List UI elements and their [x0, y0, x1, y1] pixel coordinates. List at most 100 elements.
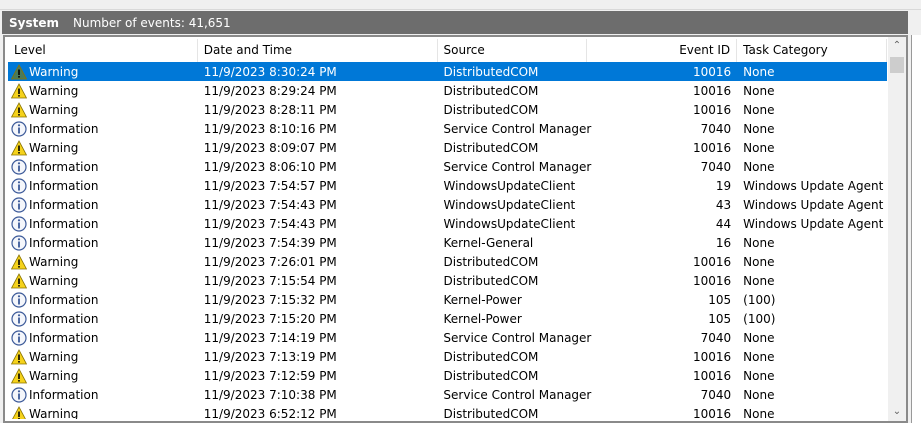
table-body: Warning 11/9/2023 8:30:24 PM Distributed… — [8, 62, 887, 419]
table-row[interactable]: Warning 11/9/2023 8:30:24 PM Distributed… — [8, 62, 887, 81]
level-cell: Warning — [8, 348, 198, 365]
information-icon — [11, 329, 27, 346]
level-cell: Information — [8, 196, 198, 213]
level-cell: Information — [8, 120, 198, 137]
date-cell: 11/9/2023 8:06:10 PM — [203, 159, 337, 174]
table-row[interactable]: Warning 11/9/2023 7:12:59 PM Distributed… — [8, 366, 887, 385]
level-cell: Warning — [8, 253, 198, 270]
information-icon — [11, 177, 27, 194]
level-text: Information — [29, 292, 99, 307]
information-icon — [11, 234, 27, 251]
table-row[interactable]: Information 11/9/2023 7:54:57 PM Windows… — [8, 176, 887, 195]
log-header: System Number of events: 41,651 — [2, 11, 908, 34]
task-category-cell: None — [743, 159, 775, 174]
event-id-cell: 7040 — [700, 121, 732, 136]
vertical-scrollbar[interactable]: ⌃ ⌄ — [888, 37, 906, 421]
event-id-cell: 16 — [715, 235, 732, 250]
table-row[interactable]: Warning 11/9/2023 7:15:54 PM Distributed… — [8, 271, 887, 290]
level-text: Information — [29, 216, 99, 231]
table-row[interactable]: Warning 11/9/2023 8:09:07 PM Distributed… — [8, 138, 887, 157]
task-category-cell: None — [743, 235, 775, 250]
table-row[interactable]: Information 11/9/2023 7:15:20 PM Kernel-… — [8, 309, 887, 328]
task-category-cell: None — [743, 102, 775, 117]
table-row[interactable]: Information 11/9/2023 8:10:16 PM Service… — [8, 119, 887, 138]
information-icon — [11, 386, 27, 403]
information-icon — [11, 291, 27, 308]
task-category-cell: (100) — [743, 311, 776, 326]
table-row[interactable]: Information 11/9/2023 7:54:43 PM Windows… — [8, 214, 887, 233]
event-list-panel: Level Date and Time Source Event ID Task… — [3, 35, 908, 423]
source-cell: DistributedCOM — [443, 102, 539, 117]
table-row[interactable]: Information 11/9/2023 7:54:39 PM Kernel-… — [8, 233, 887, 252]
table-row[interactable]: Information 11/9/2023 8:06:10 PM Service… — [8, 157, 887, 176]
table-row[interactable]: Information 11/9/2023 7:54:43 PM Windows… — [8, 195, 887, 214]
event-id-cell: 10016 — [692, 140, 732, 155]
scroll-thumb[interactable] — [890, 57, 904, 73]
source-cell: DistributedCOM — [443, 406, 539, 420]
table-row[interactable]: Warning 11/9/2023 6:52:12 PM Distributed… — [8, 404, 887, 419]
top-strip — [0, 0, 921, 10]
scroll-down-icon[interactable]: ⌄ — [888, 403, 906, 421]
level-text: Information — [29, 387, 99, 402]
table-row[interactable]: Information 11/9/2023 7:14:19 PM Service… — [8, 328, 887, 347]
source-cell: Kernel-Power — [443, 292, 522, 307]
source-cell: DistributedCOM — [443, 83, 539, 98]
level-text: Warning — [29, 254, 79, 269]
level-cell: Warning — [8, 367, 198, 384]
task-category-cell: None — [743, 121, 775, 136]
source-cell: DistributedCOM — [443, 140, 539, 155]
task-category-cell: None — [743, 64, 775, 79]
event-id-cell: 10016 — [692, 273, 732, 288]
warning-icon — [10, 63, 28, 80]
table-row[interactable]: Warning 11/9/2023 8:29:24 PM Distributed… — [8, 81, 887, 100]
date-cell: 11/9/2023 7:15:54 PM — [203, 273, 337, 288]
level-text: Warning — [29, 83, 79, 98]
column-header-source[interactable]: Source — [438, 39, 588, 62]
table-row[interactable]: Warning 11/9/2023 8:28:11 PM Distributed… — [8, 100, 887, 119]
task-category-cell: None — [743, 254, 775, 269]
date-cell: 11/9/2023 8:29:24 PM — [203, 83, 337, 98]
source-cell: DistributedCOM — [443, 254, 539, 269]
level-cell: Information — [8, 310, 198, 327]
task-category-cell: Windows Update Agent — [743, 216, 884, 231]
column-header-level[interactable]: Level — [8, 39, 198, 62]
level-cell: Information — [8, 329, 198, 346]
level-text: Information — [29, 235, 99, 250]
task-category-cell: None — [743, 140, 775, 155]
task-category-cell: None — [743, 406, 775, 420]
column-header-date[interactable]: Date and Time — [198, 39, 438, 62]
warning-icon — [10, 253, 28, 270]
event-id-cell: 43 — [715, 197, 732, 212]
source-cell: DistributedCOM — [443, 273, 539, 288]
source-cell: Kernel-General — [443, 235, 534, 250]
date-cell: 11/9/2023 7:12:59 PM — [203, 368, 337, 383]
event-id-cell: 105 — [708, 292, 732, 307]
level-text: Information — [29, 121, 99, 136]
table-row[interactable]: Information 11/9/2023 7:15:32 PM Kernel-… — [8, 290, 887, 309]
source-cell: DistributedCOM — [443, 64, 539, 79]
date-cell: 11/9/2023 7:14:19 PM — [203, 330, 337, 345]
event-table: Level Date and Time Source Event ID Task… — [8, 39, 887, 419]
warning-icon — [11, 405, 27, 419]
date-cell: 11/9/2023 8:10:16 PM — [203, 121, 337, 136]
event-id-cell: 10016 — [692, 368, 732, 383]
date-cell: 11/9/2023 7:10:38 PM — [203, 387, 337, 402]
level-text: Warning — [29, 64, 79, 79]
table-row[interactable]: Warning 11/9/2023 7:13:19 PM Distributed… — [8, 347, 887, 366]
table-header: Level Date and Time Source Event ID Task… — [8, 39, 887, 62]
column-header-task-category[interactable]: Task Category — [737, 39, 887, 62]
table-row[interactable]: Warning 11/9/2023 7:26:01 PM Distributed… — [8, 252, 887, 271]
source-cell: Service Control Manager — [443, 159, 592, 174]
scroll-up-icon[interactable]: ⌃ — [888, 37, 906, 55]
column-header-event-id[interactable]: Event ID — [587, 39, 738, 62]
event-id-cell: 10016 — [692, 254, 732, 269]
level-text: Information — [29, 178, 99, 193]
task-category-cell: None — [743, 387, 775, 402]
date-cell: 11/9/2023 7:26:01 PM — [203, 254, 337, 269]
event-id-cell: 105 — [708, 311, 732, 326]
information-icon — [11, 158, 27, 175]
warning-icon — [10, 367, 28, 384]
table-row[interactable]: Information 11/9/2023 7:10:38 PM Service… — [8, 385, 887, 404]
event-id-cell: 10016 — [692, 349, 732, 364]
source-cell: Service Control Manager — [443, 387, 592, 402]
